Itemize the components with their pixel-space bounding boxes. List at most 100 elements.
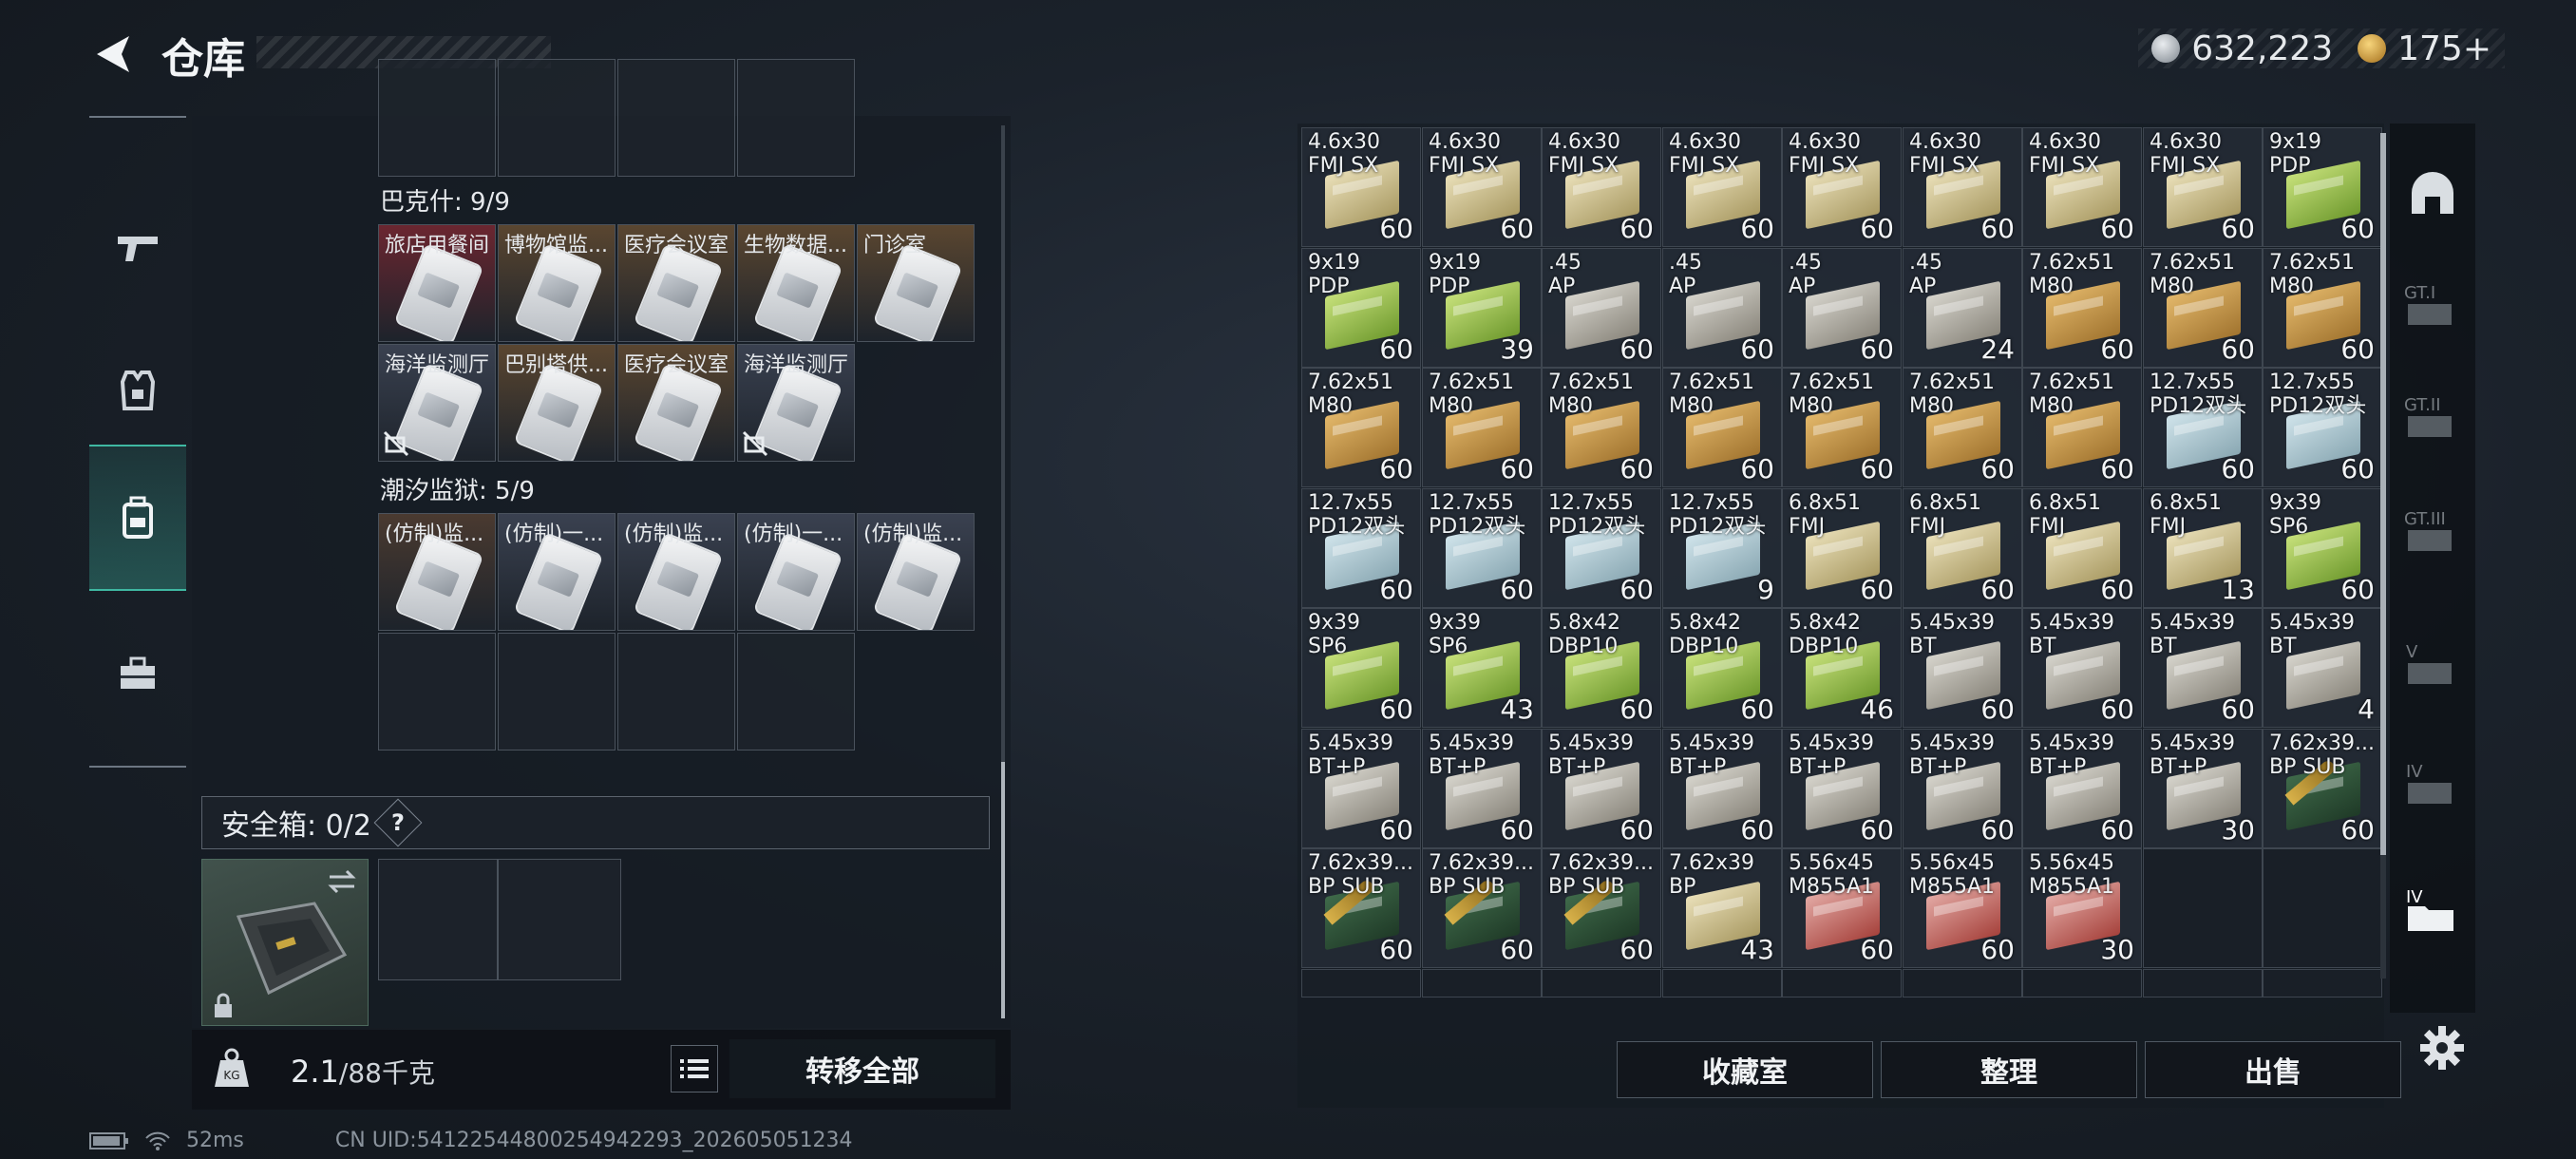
back-button[interactable] — [84, 27, 141, 82]
backpack-scrollbar[interactable] — [1001, 125, 1005, 1018]
currency-bar[interactable]: 632,223 175+ — [2138, 28, 2505, 68]
safe-case-slot[interactable] — [201, 859, 369, 1026]
inventory-item[interactable]: 5.45x39 BT+P 60 — [1301, 729, 1421, 848]
backpack-slot-top[interactable] — [737, 59, 855, 177]
empty-slot[interactable] — [1903, 969, 2022, 998]
prison-empty-slot[interactable] — [737, 633, 855, 750]
backpack-slot-top[interactable] — [378, 59, 496, 177]
safe-slot-1[interactable] — [378, 859, 498, 980]
inventory-item[interactable]: 9x39 SP6 60 — [2263, 488, 2382, 608]
empty-slot[interactable] — [2263, 848, 2382, 968]
inventory-item[interactable]: 9x19 PDP 39 — [1422, 248, 1542, 368]
inventory-item[interactable]: 9x39 SP6 43 — [1422, 608, 1542, 728]
inventory-item[interactable]: 12.7x55 PD12双头 60 — [1422, 488, 1542, 608]
inventory-item[interactable]: 5.45x39 BT+P 60 — [1662, 729, 1782, 848]
inventory-item[interactable]: 4.6x30 FMJ SX 60 — [1301, 127, 1421, 247]
safe-slot-2[interactable] — [498, 859, 621, 980]
inventory-item[interactable]: .45 AP 24 — [1903, 248, 2022, 368]
prison-slot-0[interactable]: (仿制)监... — [378, 513, 496, 631]
bakesh-slot-1[interactable]: 博物馆监... — [498, 224, 616, 342]
scrollbar-thumb[interactable] — [1001, 762, 1005, 1018]
inventory-item[interactable]: .45 AP 60 — [1782, 248, 1902, 368]
inventory-item[interactable]: 7.62x51 M80 60 — [1422, 368, 1542, 487]
inventory-item[interactable]: 7.62x51 M80 60 — [2022, 368, 2142, 487]
prison-slot-4[interactable]: (仿制)监... — [857, 513, 975, 631]
inventory-item[interactable]: 7.62x51 M80 60 — [2022, 248, 2142, 368]
bakesh-slot-4[interactable]: 门诊室 — [857, 224, 975, 342]
empty-slot[interactable] — [2022, 969, 2142, 998]
warehouse-tab-g2[interactable]: GT.II — [2390, 361, 2475, 475]
warehouse-tab-g3[interactable]: GT.III — [2390, 475, 2475, 589]
inventory-item[interactable]: 12.7x55 PD12双头 9 — [1662, 488, 1782, 608]
inventory-item[interactable]: 4.6x30 FMJ SX 60 — [1542, 127, 1661, 247]
bakesh-slot-6[interactable]: 巴别塔供... — [498, 344, 616, 462]
inventory-item[interactable]: 5.45x39 BT+P 60 — [1782, 729, 1902, 848]
inventory-item[interactable]: 7.62x51 M80 60 — [1782, 368, 1902, 487]
tab-weapons[interactable] — [89, 177, 186, 319]
inventory-item[interactable]: 7.62x51 M80 60 — [1662, 368, 1782, 487]
prison-slot-2[interactable]: (仿制)监... — [617, 513, 735, 631]
backpack-slot-top[interactable] — [498, 59, 616, 177]
inventory-item[interactable]: 7.62x51 M80 60 — [1542, 368, 1661, 487]
inventory-item[interactable]: 7.62x39 BP 43 — [1662, 848, 1782, 968]
list-view-button[interactable] — [671, 1045, 718, 1092]
empty-slot[interactable] — [1422, 969, 1542, 998]
inventory-item[interactable]: 5.45x39 BT+P 60 — [1422, 729, 1542, 848]
empty-slot[interactable] — [1542, 969, 1661, 998]
prison-slot-3[interactable]: (仿制)一... — [737, 513, 855, 631]
swap-icon[interactable] — [326, 867, 358, 896]
inventory-item[interactable]: 5.45x39 BT 60 — [1903, 608, 2022, 728]
warehouse-scrollbar-thumb[interactable] — [2380, 133, 2386, 855]
sort-button[interactable]: 整理 — [1881, 1041, 2137, 1098]
transfer-all-button[interactable]: 转移全部 — [729, 1039, 995, 1098]
sell-button[interactable]: 出售 — [2145, 1041, 2401, 1098]
prison-empty-slot[interactable] — [617, 633, 735, 750]
prison-empty-slot[interactable] — [378, 633, 496, 750]
inventory-item[interactable]: 5.45x39 BT+P 60 — [2022, 729, 2142, 848]
inventory-item[interactable]: 7.62x51 M80 60 — [1301, 368, 1421, 487]
empty-slot[interactable] — [2263, 969, 2382, 998]
warehouse-tab-g1[interactable]: GT.I — [2390, 249, 2475, 363]
inventory-item[interactable]: 4.6x30 FMJ SX 60 — [1662, 127, 1782, 247]
inventory-item[interactable]: 4.6x30 FMJ SX 60 — [1782, 127, 1902, 247]
safe-box-bar[interactable]: 安全箱: 0/2 ? — [201, 796, 990, 849]
tab-backpack[interactable] — [89, 445, 186, 591]
inventory-item[interactable]: 5.56x45 M855A1 30 — [2022, 848, 2142, 968]
inventory-item[interactable]: 4.6x30 FMJ SX 60 — [1422, 127, 1542, 247]
warehouse-scrollbar[interactable] — [2380, 133, 2386, 978]
inventory-item[interactable]: 5.45x39 BT+P 60 — [1903, 729, 2022, 848]
inventory-item[interactable]: 12.7x55 PD12双头 60 — [2263, 368, 2382, 487]
inventory-item[interactable]: 4.6x30 FMJ SX 60 — [2143, 127, 2263, 247]
warehouse-tab-v[interactable]: V — [2390, 608, 2475, 722]
empty-slot[interactable] — [2143, 848, 2263, 968]
inventory-item[interactable]: 5.45x39 BT 60 — [2022, 608, 2142, 728]
warehouse-tab-iv[interactable]: IV — [2390, 728, 2475, 842]
inventory-item[interactable]: 7.62x39... BP SUB 60 — [1301, 848, 1421, 968]
inventory-item[interactable]: 6.8x51 FMJ 60 — [1782, 488, 1902, 608]
bakesh-slot-7[interactable]: 医疗会议室 — [617, 344, 735, 462]
inventory-item[interactable]: 7.62x39... BP SUB 60 — [2263, 729, 2382, 848]
inventory-item[interactable]: 12.7x55 PD12双头 60 — [1301, 488, 1421, 608]
inventory-item[interactable]: 4.6x30 FMJ SX 60 — [2022, 127, 2142, 247]
inventory-item[interactable]: 9x19 PDP 60 — [2263, 127, 2382, 247]
prison-empty-slot[interactable] — [498, 633, 616, 750]
inventory-item[interactable]: .45 AP 60 — [1662, 248, 1782, 368]
bakesh-slot-8[interactable]: 海洋监测厅 — [737, 344, 855, 462]
empty-slot[interactable] — [2143, 969, 2263, 998]
inventory-item[interactable]: .45 AP 60 — [1542, 248, 1661, 368]
empty-slot[interactable] — [1301, 969, 1421, 998]
tab-case[interactable] — [89, 602, 186, 745]
bakesh-slot-3[interactable]: 生物数据... — [737, 224, 855, 342]
inventory-item[interactable]: 7.62x51 M80 60 — [1903, 368, 2022, 487]
inventory-item[interactable]: 6.8x51 FMJ 13 — [2143, 488, 2263, 608]
inventory-item[interactable]: 5.45x39 BT 60 — [2143, 608, 2263, 728]
inventory-item[interactable]: 7.62x39... BP SUB 60 — [1422, 848, 1542, 968]
inventory-item[interactable]: 7.62x39... BP SUB 60 — [1542, 848, 1661, 968]
warehouse-tab-iv-active[interactable]: IV — [2390, 853, 2475, 967]
inventory-item[interactable]: 7.62x51 M80 60 — [2263, 248, 2382, 368]
inventory-item[interactable]: 6.8x51 FMJ 60 — [1903, 488, 2022, 608]
inventory-item[interactable]: 6.8x51 FMJ 60 — [2022, 488, 2142, 608]
inventory-item[interactable]: 5.8x42 DBP10 46 — [1782, 608, 1902, 728]
tab-armor[interactable] — [89, 319, 186, 462]
settings-button[interactable] — [2418, 1024, 2466, 1075]
